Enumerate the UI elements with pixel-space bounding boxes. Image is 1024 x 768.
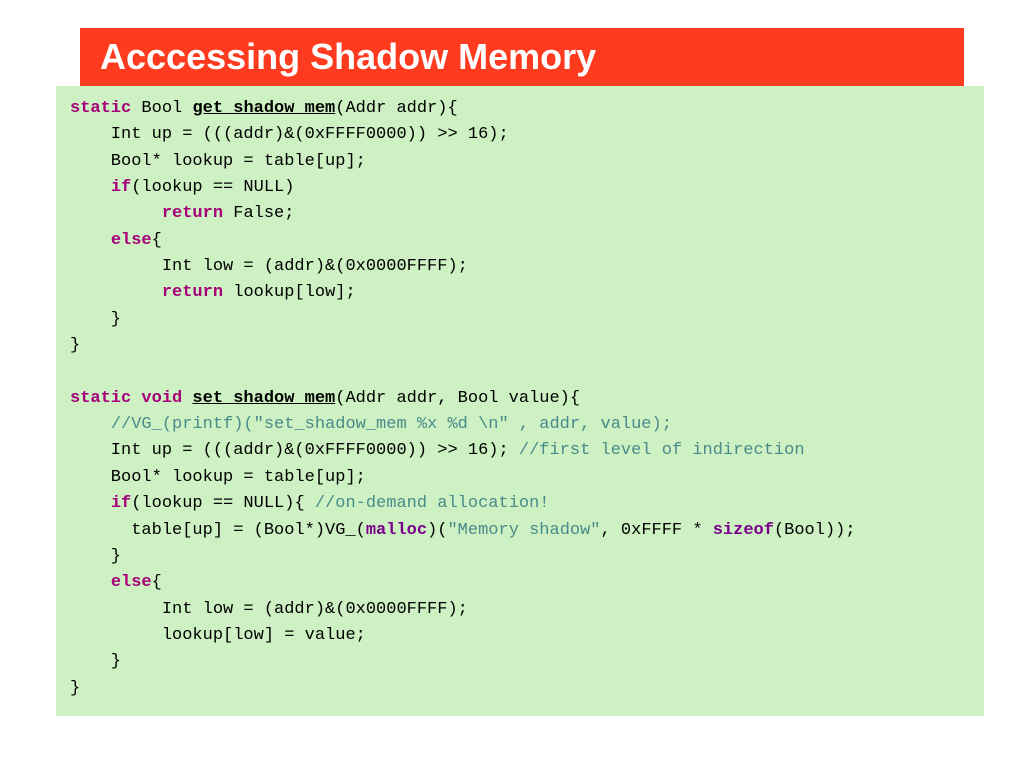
kw-if: if [111, 494, 131, 513]
code-line: } [70, 679, 80, 698]
code-text [70, 494, 111, 513]
fn-get-shadow-mem: get_shadow_mem [192, 99, 335, 118]
code-text: , 0xFFFF * [601, 521, 713, 540]
code-text [182, 389, 192, 408]
code-text: lookup[low]; [223, 283, 356, 302]
code-text: )( [427, 521, 447, 540]
code-line: } [70, 652, 121, 671]
slide: Acccessing Shadow Memory static Bool get… [0, 0, 1024, 716]
code-line: } [70, 547, 121, 566]
code-text: (Bool)); [774, 521, 856, 540]
code-line: } [70, 310, 121, 329]
code-text: { [152, 231, 162, 250]
code-line: Int low = (addr)&(0x0000FFFF); [70, 257, 468, 276]
code-text [70, 204, 162, 223]
kw-else: else [111, 573, 152, 592]
code-line: lookup[low] = value; [70, 626, 366, 645]
code-text [70, 178, 111, 197]
comment: //on-demand allocation! [315, 494, 550, 513]
kw-malloc: malloc [366, 521, 427, 540]
kw-sizeof: sizeof [713, 521, 774, 540]
code-line: Bool* lookup = table[up]; [70, 152, 366, 171]
code-line: Int low = (addr)&(0x0000FFFF); [70, 600, 468, 619]
code-text: (Addr addr, Bool value){ [335, 389, 580, 408]
kw-else: else [111, 231, 152, 250]
slide-title: Acccessing Shadow Memory [80, 28, 964, 86]
code-line: Int up = (((addr)&(0xFFFF0000)) >> 16); [70, 125, 509, 144]
code-line: Bool* lookup = table[up]; [70, 468, 366, 487]
kw-static-void: static void [70, 389, 182, 408]
code-text [70, 573, 111, 592]
code-text: (Addr addr){ [335, 99, 457, 118]
code-text: False; [223, 204, 294, 223]
comment: //VG_(printf)("set_shadow_mem %x %d \n" … [111, 415, 672, 434]
kw-if: if [111, 178, 131, 197]
code-text: { [152, 573, 162, 592]
code-text: (lookup == NULL) [131, 178, 294, 197]
comment: //first level of indirection [519, 441, 805, 460]
code-line: } [70, 336, 80, 355]
code-text: Int up = (((addr)&(0xFFFF0000)) >> 16); [70, 441, 519, 460]
kw-return: return [162, 204, 223, 223]
code-text: Bool [131, 99, 192, 118]
code-text: table[up] = (Bool*)VG_( [70, 521, 366, 540]
code-text: (lookup == NULL){ [131, 494, 315, 513]
fn-set-shadow-mem: set_shadow_mem [192, 389, 335, 408]
code-text [70, 415, 111, 434]
kw-static: static [70, 99, 131, 118]
code-text [70, 283, 162, 302]
string-literal: "Memory shadow" [447, 521, 600, 540]
kw-return: return [162, 283, 223, 302]
code-block: static Bool get_shadow_mem(Addr addr){ I… [56, 86, 984, 716]
code-text [70, 231, 111, 250]
